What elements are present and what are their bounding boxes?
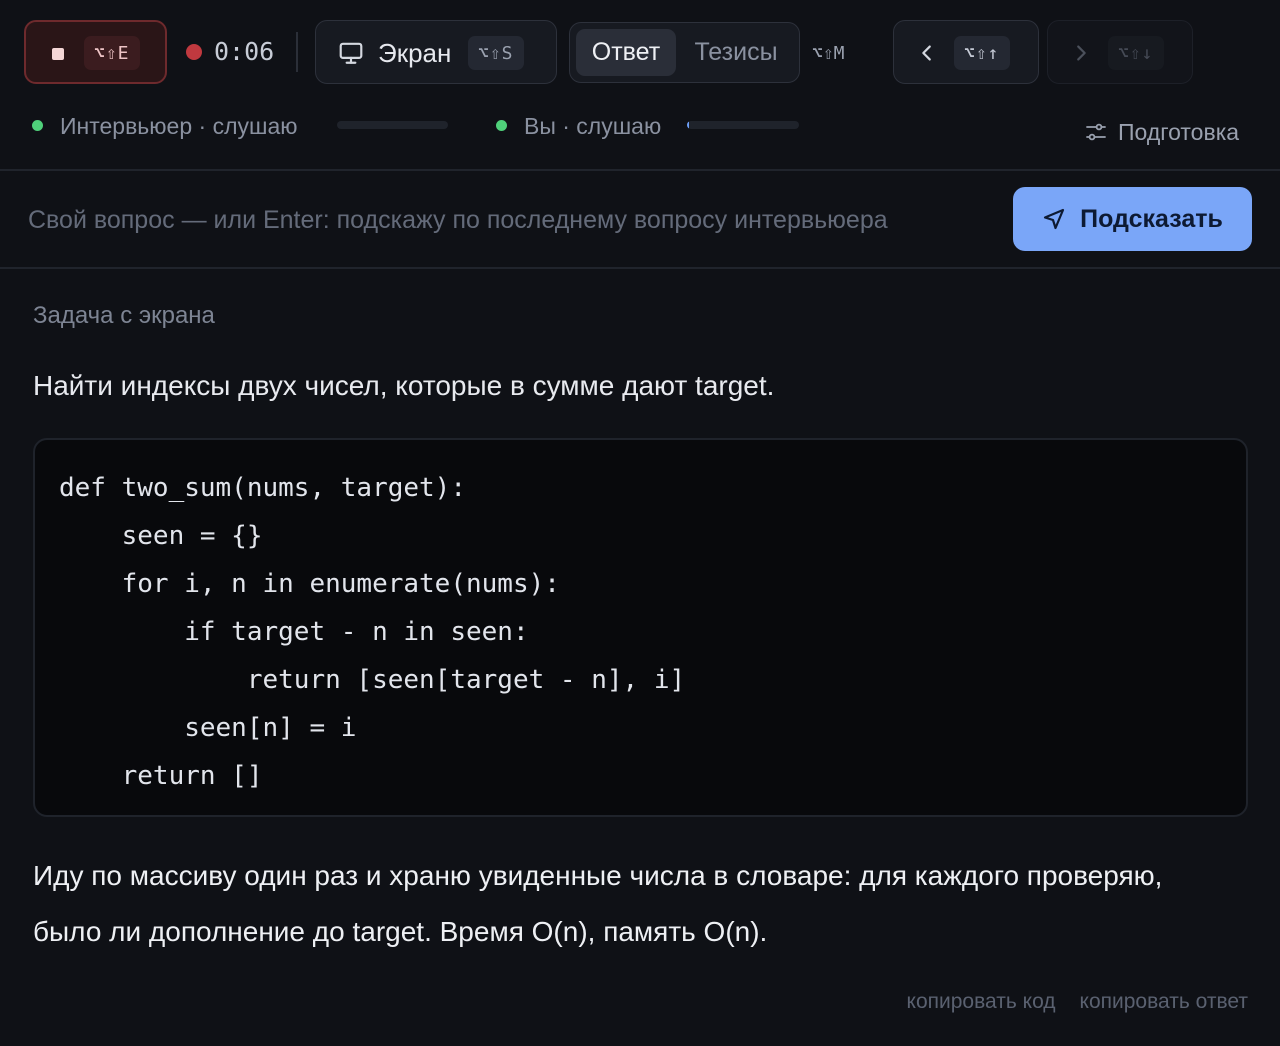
- section-label: Задача с экрана: [33, 302, 215, 329]
- stop-shortcut: ⌥⇧E: [84, 36, 140, 70]
- monitor-icon: [339, 42, 363, 64]
- screen-label: Экран: [378, 38, 452, 68]
- code-line: for i, n in enumerate(nums):: [59, 569, 560, 599]
- interviewer-status-dot-icon: [32, 120, 43, 131]
- you-status-label: Вы · слушаю: [524, 113, 662, 139]
- chevron-right-icon: [1077, 45, 1086, 61]
- send-icon: [1044, 208, 1065, 230]
- interviewer-level-meter: [337, 121, 448, 129]
- chevron-left-icon: [922, 45, 931, 61]
- preparation-label: Подготовка: [1118, 118, 1240, 145]
- toolbar: ⌥⇧E 0:06 Экран ⌥⇧S Ответ Тезисы ⌥⇧M ⌥⇧↑ …: [0, 0, 1280, 106]
- copy-code-link[interactable]: копировать код: [907, 990, 1056, 1014]
- screen-shortcut: ⌥⇧S: [468, 36, 524, 70]
- footer-actions: копировать код копировать ответ: [907, 990, 1248, 1014]
- divider: [0, 267, 1280, 269]
- divider: [0, 169, 1280, 171]
- previous-shortcut: ⌥⇧↑: [954, 36, 1010, 70]
- hint-button-label: Подсказать: [1080, 204, 1223, 233]
- recording-timer: 0:06: [214, 37, 275, 66]
- you-status-dot-icon: [496, 120, 507, 131]
- previous-button[interactable]: ⌥⇧↑: [893, 20, 1039, 84]
- copy-answer-link[interactable]: копировать ответ: [1080, 990, 1248, 1014]
- code-line: def two_sum(nums, target):: [59, 473, 466, 503]
- code-line: return [seen[target - n], i]: [59, 665, 686, 695]
- you-level-meter: [687, 121, 799, 129]
- screen-capture-button[interactable]: Экран ⌥⇧S: [315, 20, 557, 84]
- answer-text: Иду по массиву один раз и храню увиденны…: [33, 860, 1163, 947]
- next-button[interactable]: ⌥⇧↓: [1047, 20, 1193, 84]
- interviewer-status-label: Интервьюер · слушаю: [60, 113, 298, 139]
- mode-switch: Ответ Тезисы: [569, 22, 800, 83]
- task-statement: Найти индексы двух чисел, которые в сумм…: [33, 370, 775, 401]
- hint-button[interactable]: Подсказать: [1013, 187, 1252, 251]
- tab-answer[interactable]: Ответ: [576, 29, 676, 76]
- code-block: def two_sum(nums, target): seen = {} for…: [33, 438, 1248, 817]
- listening-status-row: Интервьюер · слушаю Вы · слушаю Подготов…: [0, 106, 1280, 170]
- stop-recording-button[interactable]: ⌥⇧E: [24, 20, 167, 84]
- preparation-button[interactable]: Подготовка: [1084, 112, 1239, 152]
- code-line: seen = {}: [59, 521, 263, 551]
- stop-icon: [52, 48, 64, 60]
- recording-indicator-icon: [186, 44, 202, 60]
- tab-theses[interactable]: Тезисы: [680, 29, 792, 76]
- toolbar-divider: [296, 32, 298, 72]
- sliders-icon: [1086, 123, 1106, 141]
- next-shortcut: ⌥⇧↓: [1108, 36, 1164, 70]
- you-level-fill: [687, 121, 690, 129]
- code-line: return []: [59, 761, 263, 791]
- code-line: seen[n] = i: [59, 713, 357, 743]
- code-line: if target - n in seen:: [59, 617, 529, 647]
- mode-shortcut: ⌥⇧M: [812, 42, 845, 64]
- question-input[interactable]: [28, 200, 988, 240]
